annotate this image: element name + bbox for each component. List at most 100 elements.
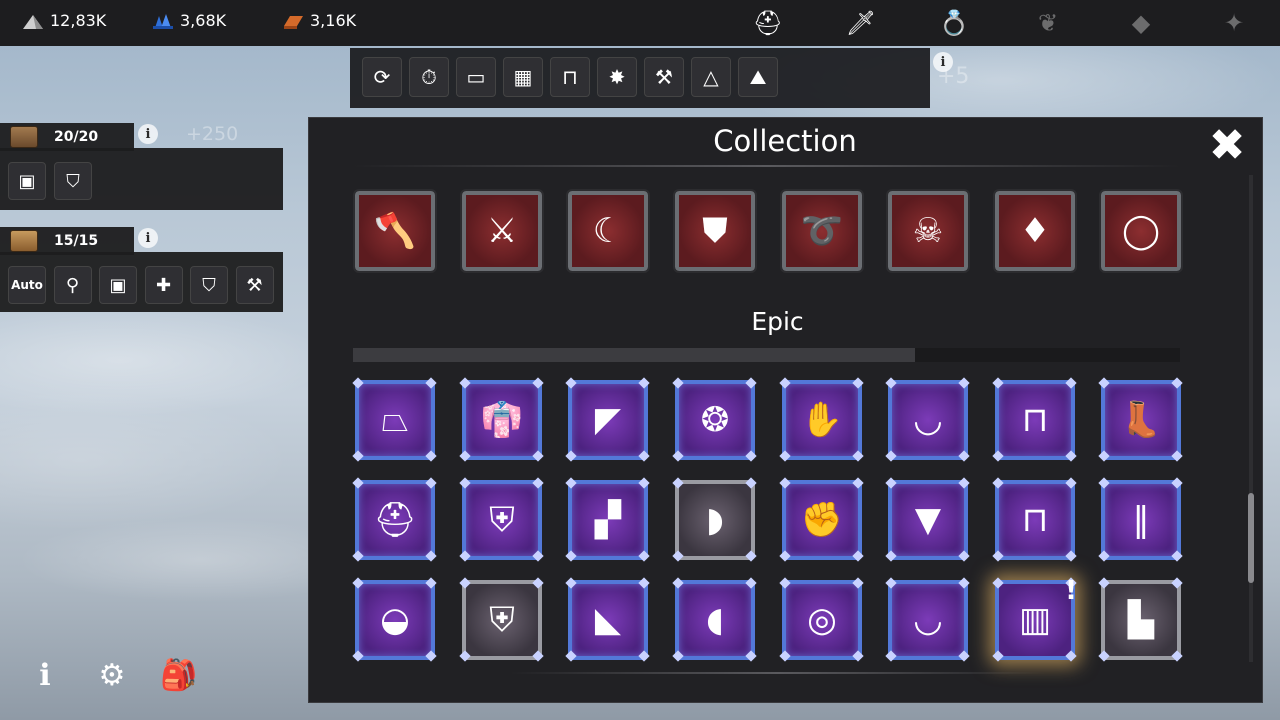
dark-shield-icon: ⛊ bbox=[702, 211, 728, 251]
hook-icon[interactable]: ⚲ bbox=[53, 266, 92, 304]
waist-wrap-icon: ◡ bbox=[913, 600, 943, 640]
close-button[interactable]: ✖ bbox=[1205, 124, 1249, 168]
amulet-icon: ❂ bbox=[700, 400, 730, 440]
collection-slot[interactable]: 👘 bbox=[459, 377, 544, 462]
storage-counter-panel: 20/20 bbox=[0, 123, 134, 151]
collection-slot[interactable]: ➰ bbox=[780, 189, 864, 273]
resource-value: 3,16K bbox=[310, 11, 357, 30]
collection-slot[interactable]: ⏢ bbox=[352, 377, 437, 462]
collection-slot[interactable]: ◖ bbox=[672, 577, 757, 662]
wing-tab-icon[interactable]: ✦ bbox=[1218, 7, 1250, 39]
chest-icon[interactable]: ▣ bbox=[8, 162, 46, 200]
collection-slot[interactable]: ▙ bbox=[1098, 577, 1183, 662]
collection-slot[interactable]: ▼ bbox=[885, 477, 970, 562]
progress-fill bbox=[353, 348, 916, 362]
red-crystal-icon: ♦ bbox=[1019, 211, 1051, 251]
greaves-icon: ‖ bbox=[1132, 500, 1150, 540]
collection-slot[interactable]: ◎ bbox=[779, 577, 864, 662]
storage-counter: 20/20 bbox=[54, 129, 99, 145]
gear-info-icon[interactable]: i bbox=[138, 228, 158, 248]
collection-slot[interactable]: ⊓ bbox=[992, 377, 1077, 462]
collection-slot[interactable]: ❂ bbox=[672, 377, 757, 462]
collection-slot[interactable]: ⛊ bbox=[673, 189, 757, 273]
quickbar-ghost-bonus: +5 bbox=[937, 64, 970, 89]
info-icon[interactable]: ℹ bbox=[28, 658, 62, 693]
scythe-blade-icon: ☾ bbox=[592, 211, 624, 251]
tricorn-hat-icon: ⏢ bbox=[381, 400, 409, 440]
stone-pile-icon bbox=[22, 12, 44, 30]
spiked-ring-icon: ◯ bbox=[1121, 211, 1161, 251]
storage-ghost-bonus: +250 bbox=[186, 123, 239, 145]
collection-slot[interactable]: ‖ bbox=[1098, 477, 1183, 562]
collection-slot[interactable]: ⛨ bbox=[459, 577, 544, 662]
sword-tab-icon[interactable]: 🗡 bbox=[845, 7, 877, 39]
crate-icon[interactable]: ▦ bbox=[503, 57, 543, 97]
storage-info-icon[interactable]: i bbox=[138, 124, 158, 144]
pants-icon: ⊓ bbox=[1021, 400, 1049, 440]
tent-icon[interactable]: △ bbox=[691, 57, 731, 97]
collection-slot[interactable]: ▞ bbox=[565, 477, 650, 562]
pauldron-icon: ◗ bbox=[706, 500, 724, 540]
scrollbar-thumb[interactable] bbox=[1248, 493, 1254, 583]
knight-helm-icon: ⛑ bbox=[373, 500, 417, 540]
wooden-chest-icon bbox=[10, 126, 38, 148]
collection-slot[interactable]: ◤ bbox=[565, 377, 650, 462]
orange-cape-icon: ◣ bbox=[594, 600, 622, 640]
collection-slot[interactable]: ⛨ bbox=[459, 477, 544, 562]
collection-slot[interactable]: ☾ bbox=[566, 189, 650, 273]
ore-icon[interactable]: ⛰ bbox=[738, 57, 778, 97]
collection-slot[interactable]: ◡ bbox=[885, 377, 970, 462]
collection-slot[interactable]: ⛑ bbox=[352, 477, 437, 562]
gear-counter: 15/15 bbox=[54, 233, 99, 249]
collection-slot[interactable]: 👢 bbox=[1098, 377, 1183, 462]
collection-slot[interactable]: ⊓ bbox=[992, 477, 1077, 562]
collection-slot[interactable]: ✋ bbox=[779, 377, 864, 462]
settings-gear-icon[interactable]: ⚙ bbox=[95, 658, 129, 693]
collection-slot[interactable]: ◣ bbox=[565, 577, 650, 662]
auto-icon[interactable]: Auto bbox=[8, 266, 46, 304]
collection-slot[interactable]: ▥! bbox=[992, 576, 1077, 662]
red-hood-icon: ◒ bbox=[380, 600, 410, 640]
collection-slot[interactable]: 🪓 bbox=[353, 189, 437, 273]
purple-cloak-icon: ◤ bbox=[594, 400, 622, 440]
collection-slot[interactable]: ◒ bbox=[352, 577, 437, 662]
diamond-tab-icon[interactable]: ◆ bbox=[1125, 7, 1157, 39]
backpack-icon[interactable]: 🎒 bbox=[160, 658, 197, 693]
collection-slot[interactable]: ✊ bbox=[779, 477, 864, 562]
ring-tab-icon[interactable]: 💍 bbox=[938, 7, 970, 39]
tabard-icon: ▥ bbox=[1018, 600, 1052, 640]
laurel-tab-icon[interactable]: ❦ bbox=[1032, 7, 1064, 39]
torn-cape-icon: ▞ bbox=[594, 500, 622, 540]
chest-icon[interactable]: ▣ bbox=[99, 266, 137, 304]
collection-slot[interactable]: ⚔ bbox=[460, 189, 544, 273]
helmet-tab-icon[interactable]: ⛑ bbox=[752, 7, 784, 39]
bracer-icon: ◖ bbox=[706, 600, 724, 640]
resource-crystal: 3,68K bbox=[152, 11, 226, 30]
red-pants-icon: ⊓ bbox=[1021, 500, 1049, 540]
collection-slot[interactable]: ◡ bbox=[885, 577, 970, 662]
add-item-icon[interactable]: ✚ bbox=[144, 266, 183, 304]
craft-icon[interactable]: ⚒ bbox=[644, 57, 684, 97]
bed-icon[interactable]: ▭ bbox=[456, 57, 496, 97]
top-divider bbox=[353, 165, 1180, 167]
resource-copper: 3,16K bbox=[282, 11, 356, 30]
resource-stone: 12,83K bbox=[22, 11, 106, 30]
refresh-icon[interactable]: ⟳ bbox=[362, 57, 402, 97]
scrollbar-track[interactable] bbox=[1249, 175, 1253, 662]
open-chest-icon bbox=[10, 230, 38, 252]
shield-icon[interactable]: ⛉ bbox=[190, 266, 228, 304]
bottom-divider bbox=[510, 672, 1045, 674]
collection-slot[interactable]: ◗ bbox=[672, 477, 757, 562]
shield-icon[interactable]: ⛉ bbox=[54, 162, 92, 200]
hammer-icon[interactable]: ⚒ bbox=[235, 266, 274, 304]
gauntlet-icon: ✊ bbox=[800, 500, 844, 540]
star-burst-icon[interactable]: ✸ bbox=[597, 57, 637, 97]
open-chest-icon[interactable]: ⊓ bbox=[550, 57, 590, 97]
timer-icon[interactable]: ⏱ bbox=[409, 57, 449, 97]
whip-icon: ➰ bbox=[800, 211, 844, 251]
new-item-badge: ! bbox=[1065, 576, 1077, 606]
collection-slot[interactable]: ♦ bbox=[993, 189, 1077, 273]
collection-slot[interactable]: ◯ bbox=[1099, 189, 1183, 273]
glove-icon: ✋ bbox=[800, 400, 844, 440]
collection-slot[interactable]: ☠ bbox=[886, 189, 970, 273]
